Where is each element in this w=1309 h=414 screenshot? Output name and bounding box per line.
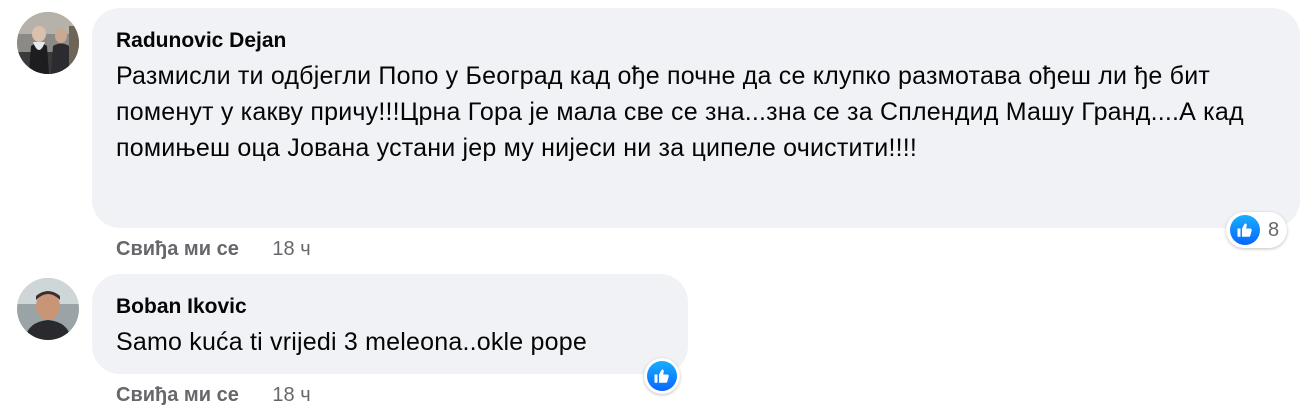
avatar-photo	[17, 12, 79, 74]
comment-text: Размисли ти одбјегли Попо у Београд кад …	[116, 62, 1244, 162]
like-button[interactable]: Свиђа ми се	[116, 238, 239, 260]
comment-actions: Свиђа ми се 18 ч	[116, 238, 311, 261]
avatar[interactable]	[17, 278, 79, 340]
like-icon	[647, 361, 677, 391]
comment-text: Samo kuća ti vrijedi 3 meleona..okle pop…	[116, 328, 587, 356]
like-icon	[1230, 215, 1260, 245]
reaction-summary[interactable]: 8	[1226, 212, 1288, 248]
comment-timestamp[interactable]: 18 ч	[272, 384, 310, 406]
reaction-summary[interactable]	[644, 358, 680, 394]
like-button[interactable]: Свиђа ми се	[116, 384, 239, 406]
comment-bubble: Radunovic Dejan Размисли ти одбјегли Поп…	[92, 8, 1300, 228]
comment-author[interactable]: Boban Ikovic	[116, 294, 664, 320]
avatar-photo	[17, 278, 79, 340]
comment-timestamp[interactable]: 18 ч	[272, 238, 310, 260]
avatar[interactable]	[17, 12, 79, 74]
comment-actions: Свиђа ми се 18 ч	[116, 384, 311, 407]
comment-author[interactable]: Radunovic Dejan	[116, 28, 1276, 54]
reaction-count: 8	[1268, 218, 1280, 241]
comment-bubble: Boban Ikovic Samo kuća ti vrijedi 3 mele…	[92, 274, 688, 374]
